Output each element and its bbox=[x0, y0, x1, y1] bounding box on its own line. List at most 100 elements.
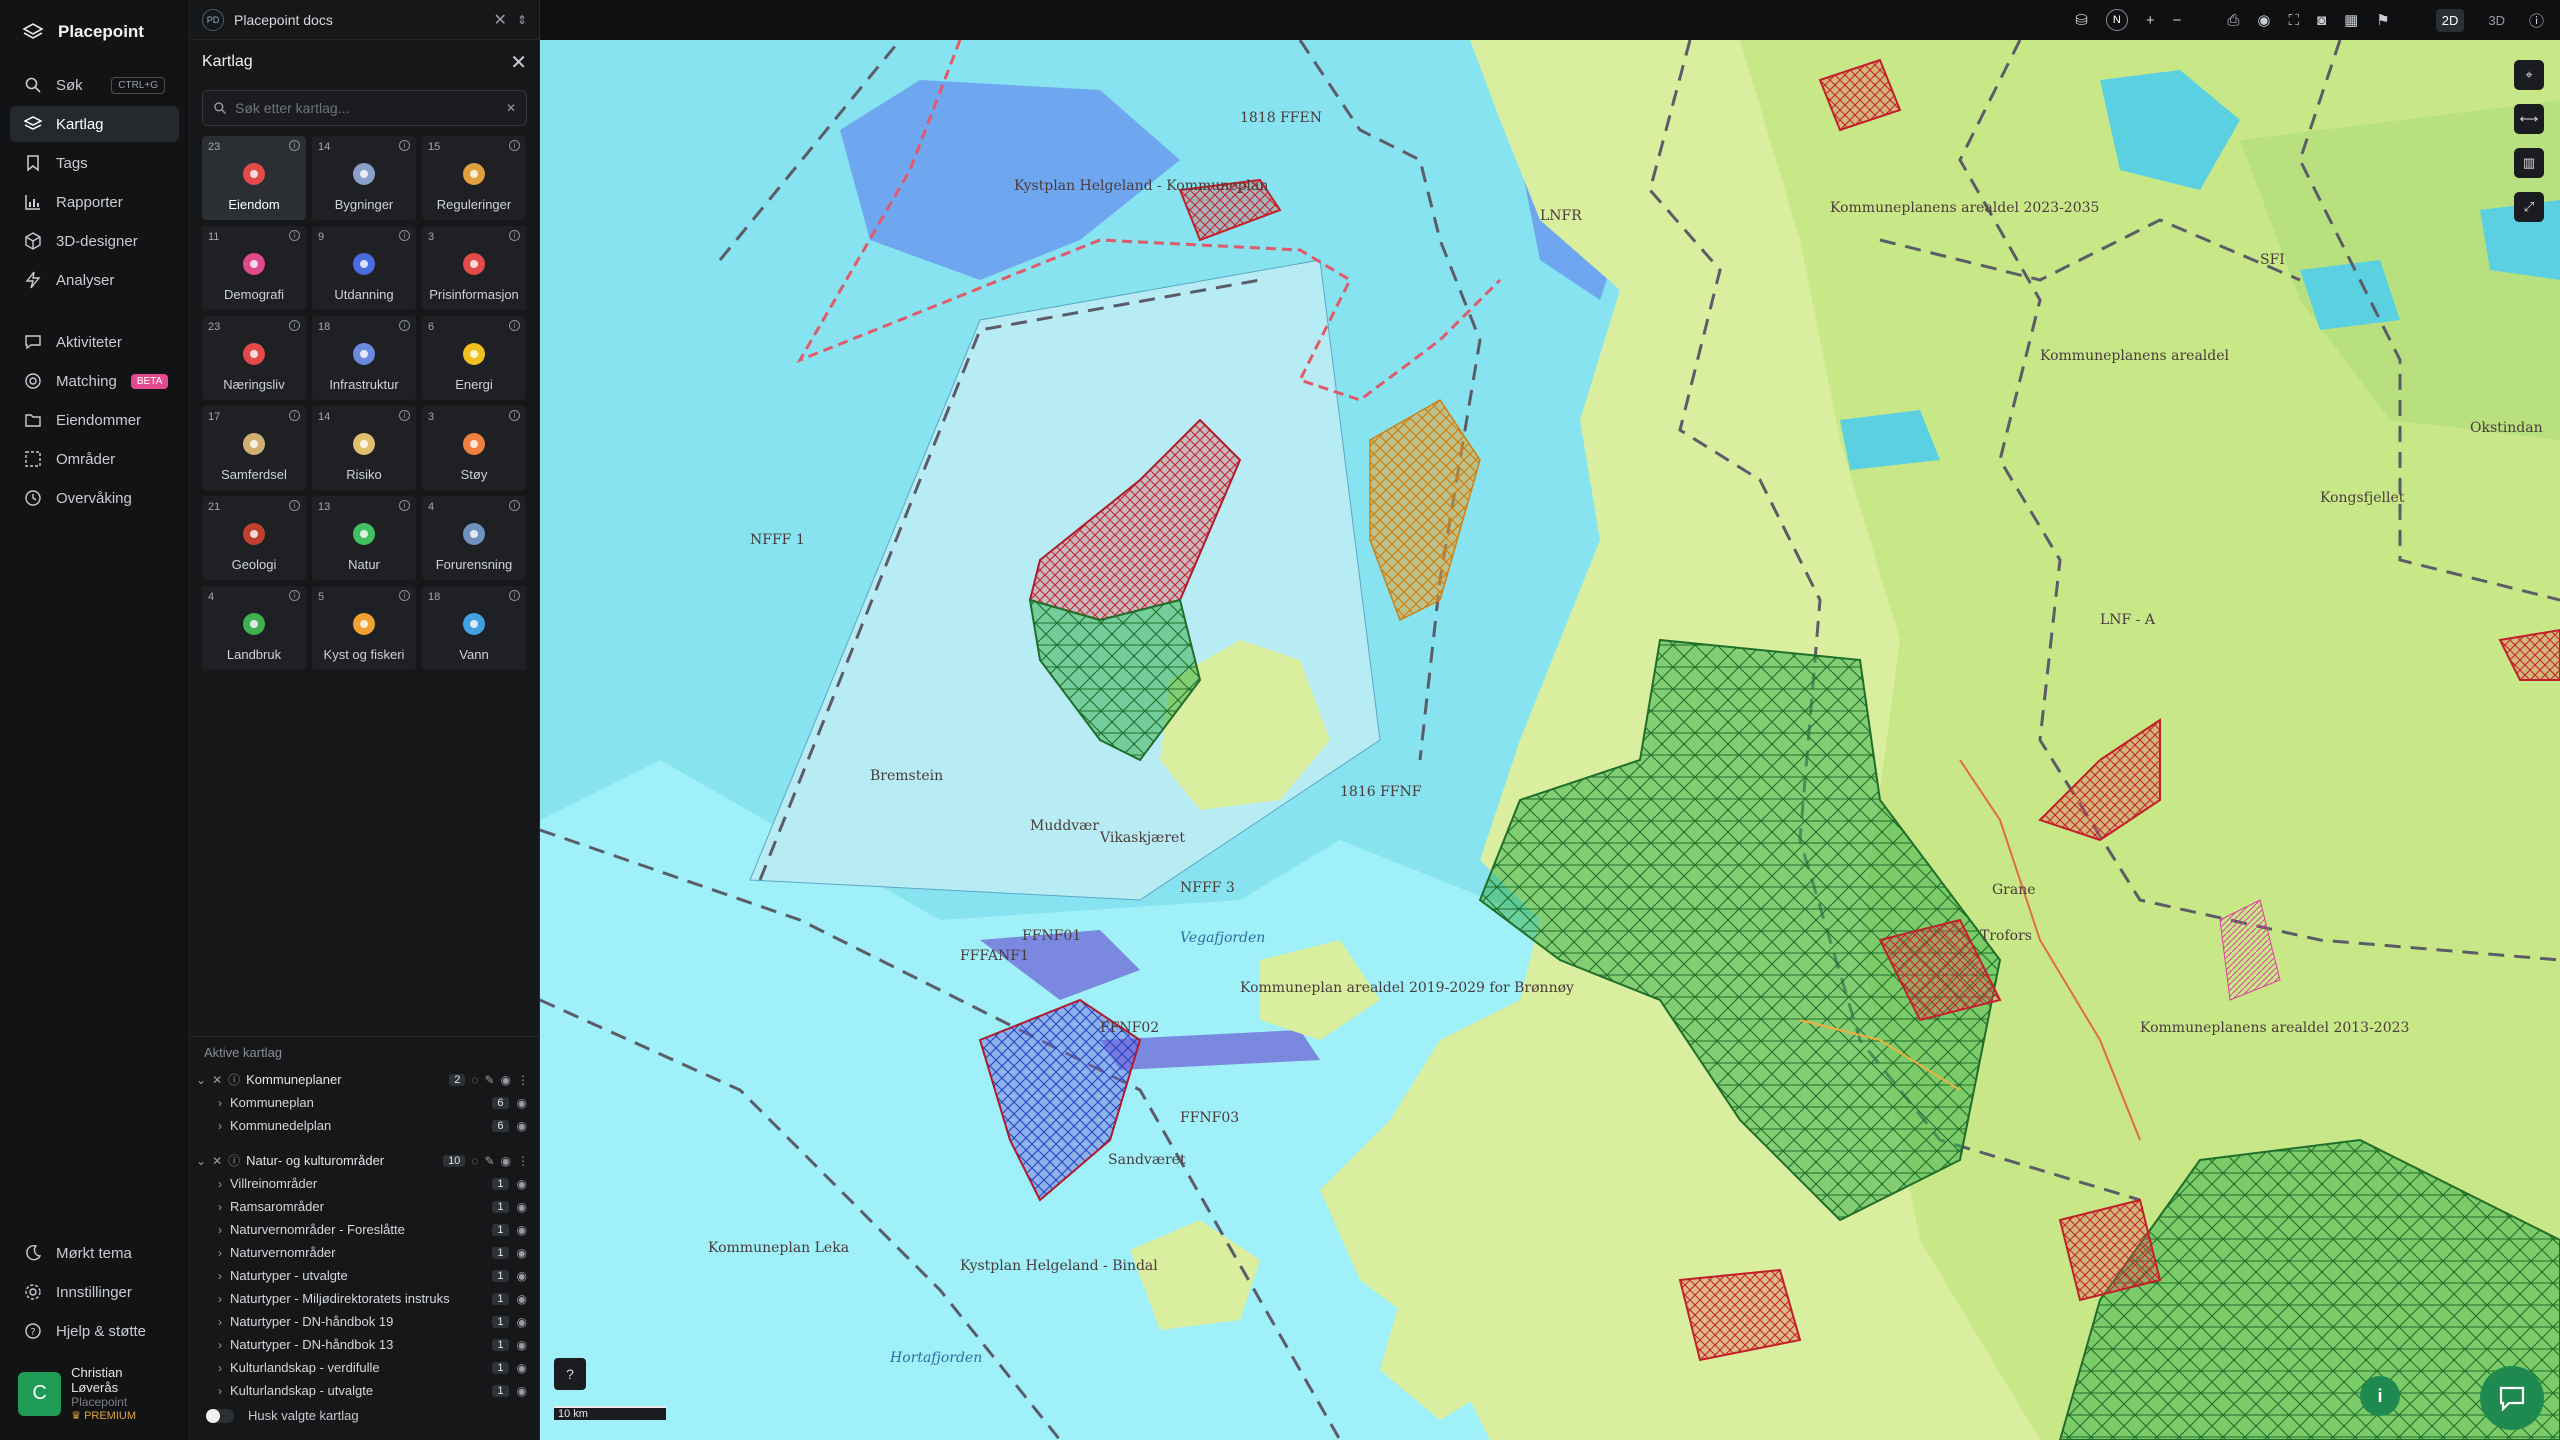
eye-icon[interactable]: ◉ bbox=[2257, 11, 2270, 29]
chevron-right-icon[interactable]: › bbox=[218, 1119, 222, 1133]
layer-row[interactable]: › Kommunedelplan 6 ◉ bbox=[190, 1114, 539, 1137]
measure-tool-button[interactable]: ⟷ bbox=[2514, 104, 2544, 134]
north-compass[interactable]: N bbox=[2105, 9, 2128, 31]
select-tool-button[interactable]: ⌖ bbox=[2514, 60, 2544, 90]
map-info-button[interactable]: i bbox=[2360, 1376, 2400, 1416]
info-icon[interactable]: i bbox=[399, 590, 410, 601]
category-tile-utdanning[interactable]: 9 i Utdanning bbox=[312, 226, 416, 310]
category-tile-bygninger[interactable]: 14 i Bygninger bbox=[312, 136, 416, 220]
category-tile-n-ringsliv[interactable]: 23 i Næringsliv bbox=[202, 316, 306, 400]
chevron-right-icon[interactable]: › bbox=[218, 1361, 222, 1375]
nav-item-matching[interactable]: Matching BETA bbox=[10, 363, 179, 399]
info-icon[interactable]: i bbox=[399, 410, 410, 421]
category-tile-landbruk[interactable]: 4 i Landbruk bbox=[202, 586, 306, 670]
chevron-right-icon[interactable]: › bbox=[218, 1200, 222, 1214]
chevron-right-icon[interactable]: › bbox=[218, 1384, 222, 1398]
layer-row[interactable]: › Kulturlandskap - verdifulle 1 ◉ bbox=[190, 1356, 539, 1379]
info-icon[interactable]: i bbox=[289, 320, 300, 331]
category-tile-forurensning[interactable]: 4 i Forurensning bbox=[422, 496, 526, 580]
info-icon[interactable]: i bbox=[399, 140, 410, 151]
nav-item-tags[interactable]: Tags bbox=[10, 145, 179, 181]
opacity-icon[interactable]: ◌ bbox=[471, 1073, 478, 1087]
grid-icon[interactable]: ▦ bbox=[2344, 11, 2358, 29]
eye-icon[interactable]: ◉ bbox=[517, 1269, 527, 1283]
remove-icon[interactable]: ✕ bbox=[212, 1073, 222, 1087]
more-icon[interactable]: ⋮ bbox=[517, 1073, 529, 1087]
remember-layers[interactable]: Husk valgte kartlag bbox=[190, 1408, 539, 1423]
layer-group[interactable]: ⌄ ✕ ⓘ Natur- og kulturområder 10 ◌ ✎ ◉ ⋮ bbox=[190, 1149, 539, 1172]
info-icon[interactable]: i bbox=[289, 230, 300, 241]
info-icon[interactable]: i bbox=[399, 230, 410, 241]
layer-group[interactable]: ⌄ ✕ ⓘ Kommuneplaner 2 ◌ ✎ ◉ ⋮ bbox=[190, 1068, 539, 1091]
map-help-button[interactable]: ? bbox=[554, 1358, 586, 1390]
category-tile-vann[interactable]: 18 i Vann bbox=[422, 586, 526, 670]
clear-search-icon[interactable]: ✕ bbox=[506, 101, 516, 115]
layer-row[interactable]: › Kulturlandskap - utvalgte 1 ◉ bbox=[190, 1379, 539, 1402]
layer-row[interactable]: › Naturtyper - utvalgte 1 ◉ bbox=[190, 1264, 539, 1287]
nav-item-3d-designer[interactable]: 3D-designer bbox=[10, 223, 179, 259]
nav-item-analyser[interactable]: Analyser bbox=[10, 262, 179, 298]
map-canvas[interactable]: Kystplan Helgeland - Kommuneplan Kommune… bbox=[540, 40, 2560, 1440]
edit-icon[interactable]: ✎ bbox=[484, 1154, 494, 1168]
nav-item-kartlag[interactable]: Kartlag bbox=[10, 106, 179, 142]
category-tile-prisinformasjon[interactable]: 3 i Prisinformasjon bbox=[422, 226, 526, 310]
edit-icon[interactable]: ✎ bbox=[484, 1073, 494, 1087]
category-tile-risiko[interactable]: 14 i Risiko bbox=[312, 406, 416, 490]
category-tile-kyst-og-fiskeri[interactable]: 5 i Kyst og fiskeri bbox=[312, 586, 416, 670]
eye-icon[interactable]: ◉ bbox=[517, 1177, 527, 1191]
eye-icon[interactable]: ◉ bbox=[517, 1223, 527, 1237]
mode-2d-button[interactable]: 2D bbox=[2435, 8, 2465, 32]
document-bar[interactable]: PD Placepoint docs ✕ ⇕ bbox=[190, 0, 539, 40]
opacity-icon[interactable]: ◌ bbox=[471, 1154, 478, 1168]
nav-item-dark-theme[interactable]: Mørkt tema bbox=[10, 1235, 179, 1271]
info-icon[interactable]: i bbox=[399, 500, 410, 511]
category-tile-st-y[interactable]: 3 i Støy bbox=[422, 406, 526, 490]
layer-search-input[interactable] bbox=[235, 100, 498, 116]
more-icon[interactable]: ⋮ bbox=[517, 1154, 529, 1168]
nav-item-aktiviteter[interactable]: Aktiviteter bbox=[10, 324, 179, 360]
info-icon[interactable]: i bbox=[509, 140, 520, 151]
remove-icon[interactable]: ✕ bbox=[212, 1154, 222, 1168]
profile-tool-button[interactable]: ⤢ bbox=[2514, 192, 2544, 222]
eye-icon[interactable]: ◉ bbox=[501, 1154, 511, 1168]
layer-row[interactable]: › Naturtyper - DN-håndbok 13 1 ◉ bbox=[190, 1333, 539, 1356]
zoom-out-icon[interactable]: − bbox=[2173, 12, 2182, 29]
nav-item-rapporter[interactable]: Rapporter bbox=[10, 184, 179, 220]
chevron-right-icon[interactable]: › bbox=[218, 1177, 222, 1191]
info-icon[interactable]: i bbox=[289, 140, 300, 151]
layer-row[interactable]: › Naturvernområder - Foreslåtte 1 ◉ bbox=[190, 1218, 539, 1241]
layer-row[interactable]: › Kommuneplan 6 ◉ bbox=[190, 1091, 539, 1114]
eye-icon[interactable]: ◉ bbox=[517, 1338, 527, 1352]
fullscreen-icon[interactable]: ⛶ bbox=[2289, 12, 2300, 29]
eye-icon[interactable]: ◉ bbox=[517, 1384, 527, 1398]
chart-tool-button[interactable]: ▥ bbox=[2514, 148, 2544, 178]
chevron-right-icon[interactable]: › bbox=[218, 1338, 222, 1352]
nav-item-overvaking[interactable]: Overvåking bbox=[10, 480, 179, 516]
remember-toggle[interactable] bbox=[206, 1408, 234, 1423]
chevron-right-icon[interactable]: › bbox=[218, 1223, 222, 1237]
category-tile-demografi[interactable]: 11 i Demografi bbox=[202, 226, 306, 310]
nav-item-omrader[interactable]: Områder bbox=[10, 441, 179, 477]
zoom-in-icon[interactable]: + bbox=[2146, 12, 2155, 29]
close-doc-icon[interactable]: ✕ bbox=[494, 10, 507, 30]
user-profile[interactable]: C Christian Løverås Placepoint ♛ PREMIUM bbox=[12, 1359, 177, 1428]
eye-icon[interactable]: ◉ bbox=[517, 1119, 527, 1133]
nav-item-help[interactable]: ? Hjelp & støtte bbox=[10, 1313, 179, 1349]
chevron-right-icon[interactable]: › bbox=[218, 1292, 222, 1306]
eye-icon[interactable]: ◉ bbox=[517, 1246, 527, 1260]
info-icon[interactable]: i bbox=[509, 590, 520, 601]
chevron-right-icon[interactable]: › bbox=[218, 1096, 222, 1110]
eye-icon[interactable]: ◉ bbox=[517, 1361, 527, 1375]
info-icon[interactable]: ⓘ bbox=[228, 1071, 240, 1088]
eye-icon[interactable]: ◉ bbox=[517, 1292, 527, 1306]
info-icon[interactable]: ⓘ bbox=[228, 1152, 240, 1169]
chevron-down-icon[interactable]: ⌄ bbox=[196, 1154, 206, 1168]
category-tile-natur[interactable]: 13 i Natur bbox=[312, 496, 416, 580]
brand[interactable]: Placepoint bbox=[0, 0, 189, 64]
eye-icon[interactable]: ◉ bbox=[517, 1315, 527, 1329]
category-tile-infrastruktur[interactable]: 18 i Infrastruktur bbox=[312, 316, 416, 400]
eye-icon[interactable]: ◉ bbox=[517, 1200, 527, 1214]
chevron-right-icon[interactable]: › bbox=[218, 1246, 222, 1260]
info-icon[interactable]: ⓘ bbox=[2529, 10, 2544, 31]
eye-icon[interactable]: ◉ bbox=[501, 1073, 511, 1087]
